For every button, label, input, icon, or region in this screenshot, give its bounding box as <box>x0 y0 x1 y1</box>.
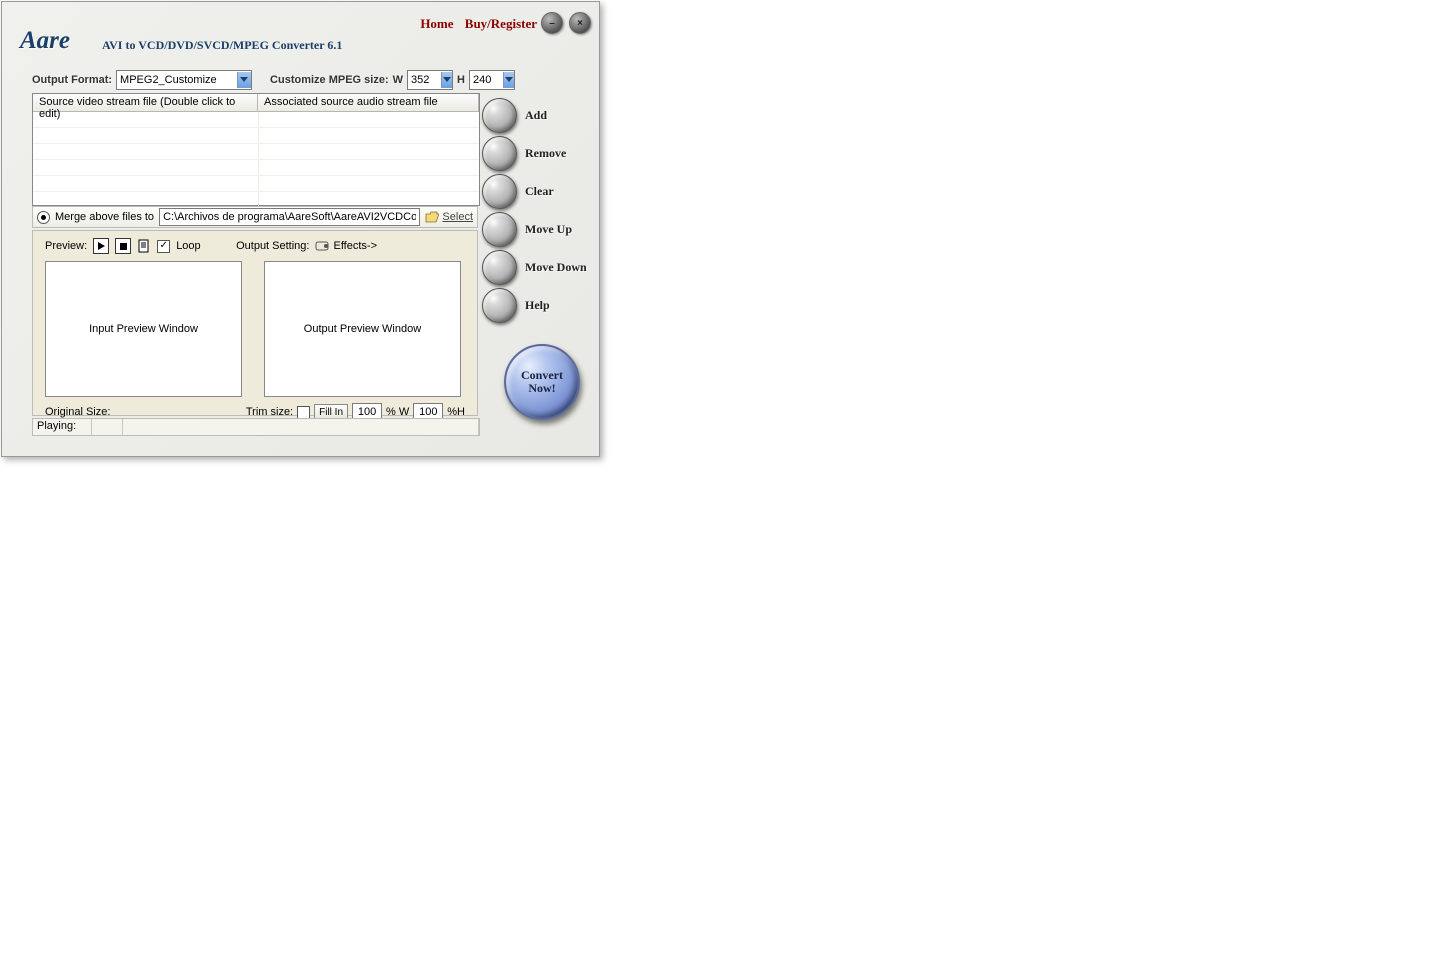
width-label: W <box>393 74 403 86</box>
width-value[interactable] <box>408 72 441 88</box>
status-bar: Playing: <box>32 418 480 436</box>
play-icon <box>98 242 105 250</box>
table-row[interactable] <box>33 176 479 192</box>
trim-checkbox[interactable] <box>297 406 310 419</box>
output-format-dropdown[interactable] <box>116 70 252 90</box>
document-button[interactable] <box>137 239 151 253</box>
movedown-label: Move Down <box>525 260 587 275</box>
titlebar: Home Buy/Register – × Aare AVI to VCD/DV… <box>2 2 599 60</box>
output-format-value[interactable] <box>117 72 236 88</box>
height-dropdown[interactable] <box>469 70 515 90</box>
app-subtitle: AVI to VCD/DVD/SVCD/MPEG Converter 6.1 <box>102 38 342 53</box>
play-button[interactable] <box>93 238 109 254</box>
folder-open-icon <box>425 211 439 223</box>
table-row[interactable] <box>33 144 479 160</box>
merge-radio[interactable] <box>37 211 50 224</box>
loop-label: Loop <box>176 240 200 252</box>
convert-line2: Now! <box>528 382 555 395</box>
effects-button[interactable]: Effects-> <box>315 240 377 252</box>
window-buttons: – × <box>541 12 591 34</box>
table-header: Source video stream file (Double click t… <box>33 94 479 112</box>
remove-label: Remove <box>525 146 566 161</box>
document-icon <box>138 239 150 253</box>
preview-label: Preview: <box>45 240 87 252</box>
table-row[interactable] <box>33 112 479 128</box>
app-window: Home Buy/Register – × Aare AVI to VCD/DV… <box>1 1 600 457</box>
add-button[interactable] <box>482 98 517 133</box>
help-button[interactable] <box>482 288 517 323</box>
logo: Aare <box>20 27 70 55</box>
chevron-down-icon[interactable] <box>503 72 514 88</box>
input-preview-window: Input Preview Window <box>45 261 242 397</box>
height-value[interactable] <box>470 72 503 88</box>
movedown-button[interactable] <box>482 250 517 285</box>
col-source-audio[interactable]: Associated source audio stream file <box>258 94 479 112</box>
file-table[interactable]: Source video stream file (Double click t… <box>32 93 480 206</box>
output-setting-label: Output Setting: <box>236 240 309 252</box>
stop-button[interactable] <box>115 238 131 254</box>
add-label: Add <box>525 108 547 123</box>
clear-label: Clear <box>525 184 554 199</box>
loop-checkbox[interactable] <box>157 240 170 253</box>
merge-path-input[interactable] <box>159 208 420 226</box>
moveup-button[interactable] <box>482 212 517 247</box>
close-button[interactable]: × <box>569 12 591 34</box>
status-cell-2 <box>92 419 123 435</box>
trim-size-label: Trim size: <box>246 406 293 418</box>
status-playing-label: Playing: <box>33 419 92 435</box>
top-links: Home Buy/Register <box>420 16 537 32</box>
chevron-down-icon[interactable] <box>441 72 452 88</box>
table-row[interactable] <box>33 128 479 144</box>
table-row[interactable] <box>33 160 479 176</box>
select-folder-button[interactable]: Select <box>425 211 473 223</box>
chevron-down-icon[interactable] <box>237 72 252 88</box>
format-row: Output Format: Customize MPEG size: W H <box>32 70 515 90</box>
output-preview-window: Output Preview Window <box>264 261 461 397</box>
preview-panel: Preview: Loop <box>32 230 478 416</box>
trim-width-unit: % W <box>386 406 409 418</box>
status-cell-3 <box>123 419 479 435</box>
help-label: Help <box>525 298 550 313</box>
effects-icon <box>315 240 331 252</box>
buy-register-link[interactable]: Buy/Register <box>465 16 537 31</box>
width-dropdown[interactable] <box>407 70 453 90</box>
moveup-label: Move Up <box>525 222 572 237</box>
convert-now-button[interactable]: Convert Now! <box>504 344 580 420</box>
side-buttons: Add Remove Clear Move Up Move Down Help <box>482 97 587 323</box>
stop-icon <box>120 243 127 250</box>
original-size-label: Original Size: <box>45 406 110 418</box>
remove-button[interactable] <box>482 136 517 171</box>
minimize-button[interactable]: – <box>541 12 563 34</box>
table-body[interactable] <box>33 112 479 208</box>
output-format-label: Output Format: <box>32 74 112 86</box>
clear-button[interactable] <box>482 174 517 209</box>
trim-height-unit: %H <box>447 406 465 418</box>
merge-label: Merge above files to <box>55 211 154 223</box>
height-label: H <box>457 74 465 86</box>
preview-toolbar: Preview: Loop <box>45 237 465 255</box>
col-source-video[interactable]: Source video stream file (Double click t… <box>33 94 258 112</box>
customize-size-label: Customize MPEG size: <box>270 74 389 86</box>
home-link[interactable]: Home <box>420 16 453 31</box>
merge-row: Merge above files to Select <box>32 206 478 228</box>
